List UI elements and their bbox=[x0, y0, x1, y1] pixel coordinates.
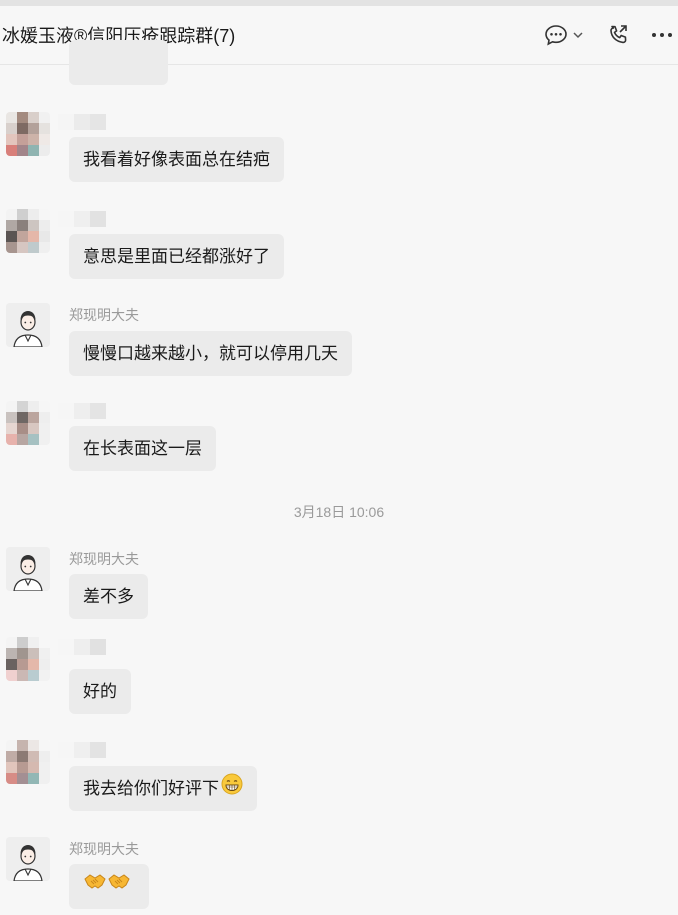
sender-name: 郑现明大夫 bbox=[69, 307, 139, 323]
chat-bubble-partial bbox=[69, 40, 168, 85]
voice-call-icon[interactable] bbox=[605, 23, 631, 47]
message-bubble[interactable]: 我看着好像表面总在结疤 bbox=[69, 137, 284, 182]
sender-name-masked bbox=[58, 742, 106, 758]
sender-name-masked bbox=[58, 639, 106, 655]
sender-name: 郑现明大夫 bbox=[69, 841, 139, 857]
avatar[interactable] bbox=[6, 401, 50, 445]
avatar[interactable] bbox=[6, 740, 50, 784]
message-bubble[interactable]: 在长表面这一层 bbox=[69, 426, 216, 471]
chat-options-icon[interactable] bbox=[543, 23, 569, 47]
message-bubble[interactable]: 好的 bbox=[69, 669, 131, 714]
message-bubble[interactable]: 意思是里面已经都涨好了 bbox=[69, 234, 284, 279]
avatar[interactable] bbox=[6, 209, 50, 253]
handshake-emoji-icon bbox=[107, 864, 131, 909]
avatar[interactable] bbox=[6, 112, 50, 156]
more-icon[interactable] bbox=[650, 23, 674, 47]
chevron-down-icon[interactable] bbox=[571, 23, 585, 47]
handshake-emoji-icon bbox=[83, 864, 107, 909]
message-bubble[interactable]: 差不多 bbox=[69, 574, 148, 619]
grinning-face-emoji-icon bbox=[221, 767, 243, 812]
sender-name: 郑现明大夫 bbox=[69, 551, 139, 567]
doctor-avatar[interactable] bbox=[6, 303, 50, 347]
sender-name-masked bbox=[58, 114, 106, 130]
sender-name-masked bbox=[58, 403, 106, 419]
message-bubble[interactable]: 我去给你们好评下 bbox=[69, 766, 257, 811]
message-timestamp: 3月18日 10:06 bbox=[293, 504, 385, 520]
message-text: 我去给你们好评下 bbox=[83, 779, 219, 798]
message-bubble[interactable]: 慢慢口越来越小，就可以停用几天 bbox=[69, 331, 352, 376]
avatar[interactable] bbox=[6, 637, 50, 681]
message-bubble[interactable] bbox=[69, 864, 149, 909]
doctor-avatar[interactable] bbox=[6, 547, 50, 591]
doctor-avatar[interactable] bbox=[6, 837, 50, 881]
sender-name-masked bbox=[58, 211, 106, 227]
